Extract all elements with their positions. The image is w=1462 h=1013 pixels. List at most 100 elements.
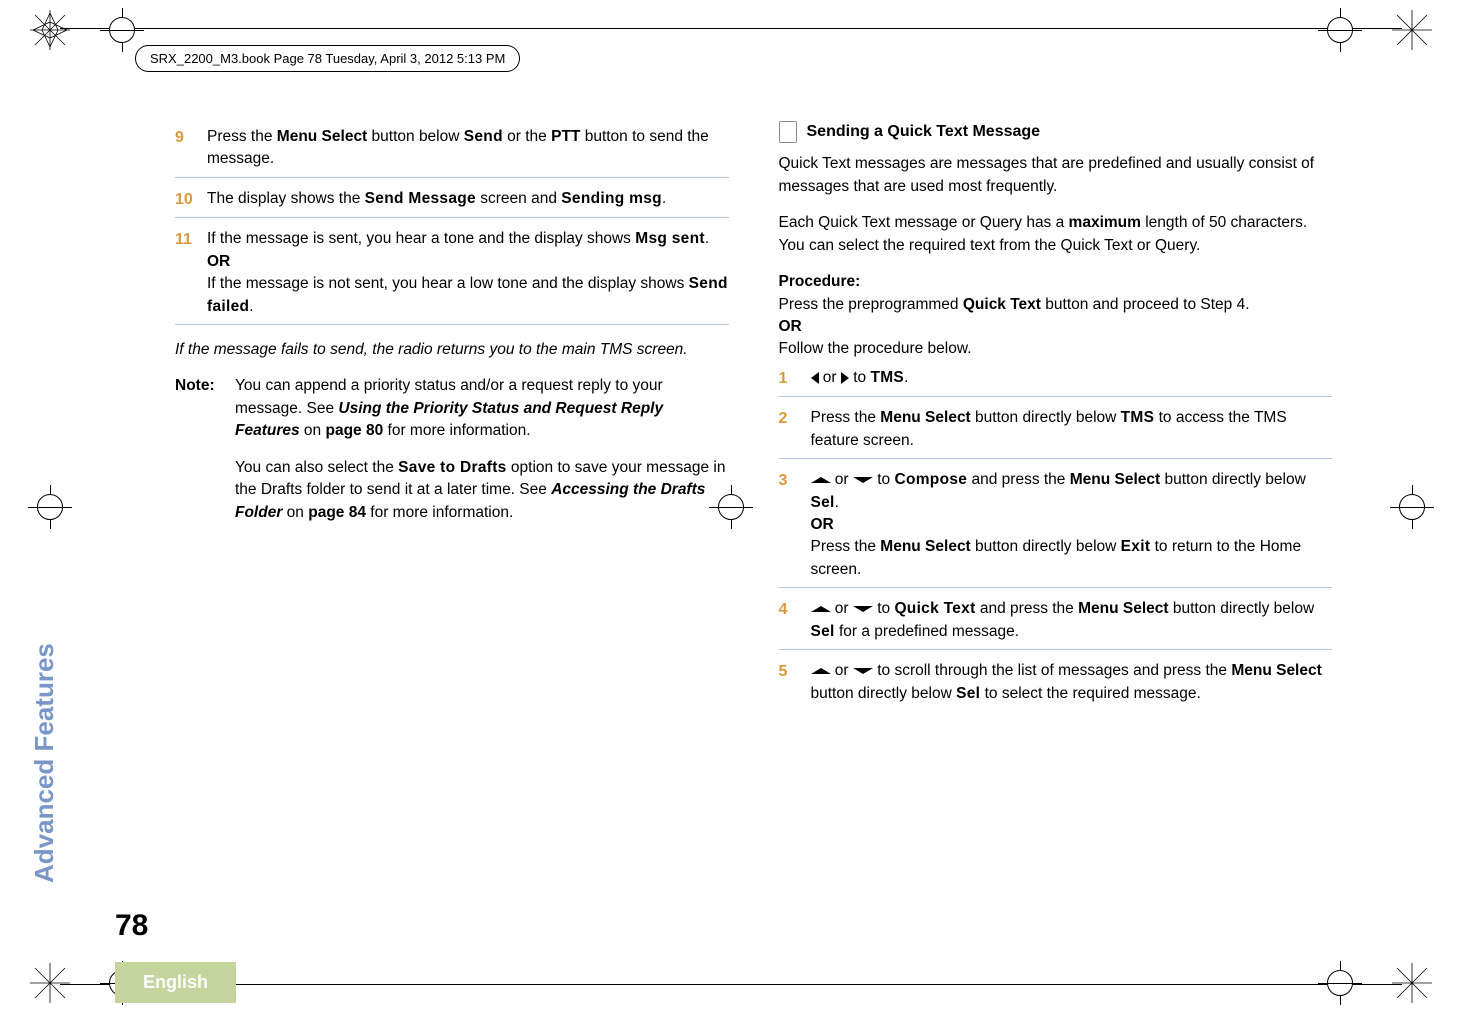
text: and press the bbox=[976, 600, 1079, 617]
text: button directly below bbox=[811, 685, 957, 702]
text: button below bbox=[367, 128, 464, 145]
text-bold: Quick Text bbox=[963, 296, 1041, 313]
nav-down-icon bbox=[853, 477, 873, 483]
ui-label: Sel bbox=[811, 623, 835, 640]
text-bold: Menu Select bbox=[1070, 471, 1160, 488]
text: If the message is sent, you hear a tone … bbox=[207, 230, 635, 247]
ui-label: Msg sent bbox=[635, 230, 705, 247]
registration-mark-icon bbox=[1318, 8, 1362, 52]
text: and press the bbox=[967, 471, 1070, 488]
starburst-icon bbox=[30, 963, 70, 1003]
or-label: OR bbox=[811, 516, 834, 533]
text: Each Quick Text message or Query has a bbox=[779, 214, 1069, 231]
text: on bbox=[300, 422, 326, 439]
step-1: 1 or to TMS. bbox=[779, 361, 1333, 397]
starburst-icon bbox=[1392, 963, 1432, 1003]
step-body: or to scroll through the list of message… bbox=[811, 660, 1333, 705]
nav-right-icon bbox=[841, 372, 849, 384]
or-label: OR bbox=[779, 318, 802, 335]
intro-para: Quick Text messages are messages that ar… bbox=[779, 153, 1333, 198]
text-bold: Menu Select bbox=[277, 128, 367, 145]
nav-up-icon bbox=[811, 477, 831, 483]
chapter-tab: Advanced Features bbox=[29, 643, 60, 883]
step-body: If the message is sent, you hear a tone … bbox=[207, 228, 729, 318]
note-label: Note: bbox=[175, 375, 221, 524]
text: . bbox=[835, 494, 839, 511]
ui-label: Save to Drafts bbox=[398, 459, 506, 476]
step-body: or to Quick Text and press the Menu Sele… bbox=[811, 598, 1333, 643]
nav-down-icon bbox=[853, 606, 873, 612]
step-number: 3 bbox=[779, 469, 801, 581]
document-icon bbox=[779, 121, 797, 143]
text: on bbox=[282, 504, 308, 521]
text: for more information. bbox=[366, 504, 513, 521]
left-margin: Advanced Features 78 English bbox=[0, 120, 175, 913]
nav-down-icon bbox=[853, 668, 873, 674]
text: button directly below bbox=[971, 409, 1121, 426]
text-bold: PTT bbox=[551, 128, 580, 145]
text: to scroll through the list of messages a… bbox=[873, 662, 1231, 679]
ui-label: Send Message bbox=[365, 190, 476, 207]
starburst-icon bbox=[30, 10, 70, 50]
step-number: 11 bbox=[175, 228, 197, 318]
step-4: 4 or to Quick Text and press the Menu Se… bbox=[779, 592, 1333, 650]
step-5: 5 or to scroll through the list of messa… bbox=[779, 654, 1333, 711]
procedure-label: Procedure: bbox=[779, 273, 861, 290]
note-block: Note: You can append a priority status a… bbox=[175, 375, 729, 524]
step-number: 1 bbox=[779, 367, 801, 390]
text: to select the required message. bbox=[980, 685, 1201, 702]
step-body: or to Compose and press the Menu Select … bbox=[811, 469, 1333, 581]
ui-label: Sel bbox=[811, 494, 835, 511]
chapter-tab-label: Advanced Features bbox=[29, 643, 59, 883]
column-right: Sending a Quick Text Message Quick Text … bbox=[779, 120, 1333, 913]
step-number: 4 bbox=[779, 598, 801, 643]
fail-note: If the message fails to send, the radio … bbox=[175, 339, 729, 361]
text: . bbox=[662, 190, 666, 207]
text: to bbox=[873, 471, 895, 488]
text: button directly below bbox=[1160, 471, 1306, 488]
text: or bbox=[831, 662, 853, 679]
text: or bbox=[831, 600, 853, 617]
text: Press the bbox=[811, 409, 881, 426]
step-number: 10 bbox=[175, 188, 197, 211]
text-bold: Menu Select bbox=[880, 409, 970, 426]
text-bold: Menu Select bbox=[880, 538, 970, 555]
procedure-block: Procedure: Press the preprogrammed Quick… bbox=[779, 271, 1333, 361]
ui-label: Sel bbox=[956, 685, 980, 702]
page-ref: page 84 bbox=[308, 504, 366, 521]
top-crop-line bbox=[60, 28, 1402, 29]
text: button and proceed to Step 4. bbox=[1041, 296, 1250, 313]
nav-left-icon bbox=[811, 372, 819, 384]
step-10: 10 The display shows the Send Message sc… bbox=[175, 182, 729, 218]
step-number: 2 bbox=[779, 407, 801, 452]
text: Follow the procedure below. bbox=[779, 340, 972, 357]
text: for more information. bbox=[383, 422, 530, 439]
nav-up-icon bbox=[811, 606, 831, 612]
text: Press the bbox=[207, 128, 277, 145]
ui-label: Send bbox=[464, 128, 503, 145]
text: Press the preprogrammed bbox=[779, 296, 963, 313]
text: . bbox=[705, 230, 709, 247]
step-number: 9 bbox=[175, 126, 197, 171]
text: to bbox=[849, 369, 871, 386]
registration-mark-icon bbox=[100, 8, 144, 52]
text: You can also select the bbox=[235, 459, 398, 476]
text-bold: Menu Select bbox=[1231, 662, 1321, 679]
bottom-crop-line bbox=[60, 984, 1402, 985]
text: The display shows the bbox=[207, 190, 365, 207]
text: Press the bbox=[811, 538, 881, 555]
starburst-icon bbox=[1392, 10, 1432, 50]
page-ref: page 80 bbox=[325, 422, 383, 439]
ui-label: TMS bbox=[1121, 409, 1155, 426]
step-body: Press the Menu Select button directly be… bbox=[811, 407, 1333, 452]
text-bold: Menu Select bbox=[1078, 600, 1168, 617]
language-tab: English bbox=[115, 962, 236, 1003]
text: or bbox=[819, 369, 841, 386]
text: or bbox=[831, 471, 853, 488]
step-3: 3 or to Compose and press the Menu Selec… bbox=[779, 463, 1333, 588]
step-2: 2 Press the Menu Select button directly … bbox=[779, 401, 1333, 459]
nav-up-icon bbox=[811, 668, 831, 674]
ui-label: Sending msg bbox=[561, 190, 662, 207]
section-heading: Sending a Quick Text Message bbox=[779, 120, 1333, 143]
page-header: SRX_2200_M3.book Page 78 Tuesday, April … bbox=[135, 45, 520, 72]
